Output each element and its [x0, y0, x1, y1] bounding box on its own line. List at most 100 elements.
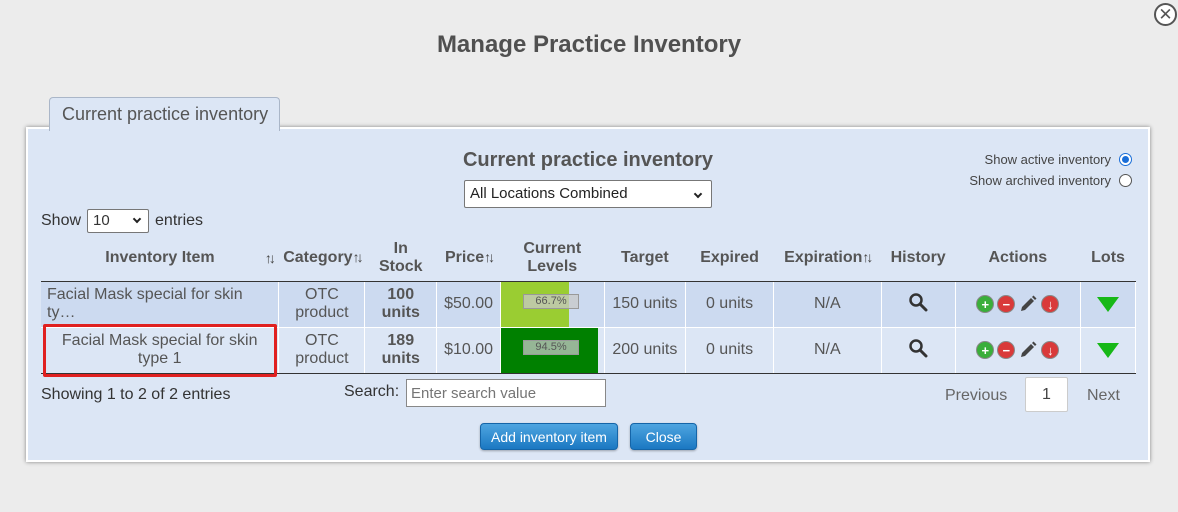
price-cell: $50.00 — [436, 281, 502, 328]
radio-archived-label: Show archived inventory — [969, 173, 1111, 188]
level-label: 94.5% — [523, 339, 580, 355]
page-1-button[interactable]: 1 — [1025, 377, 1068, 412]
category-text: product — [295, 350, 349, 367]
table-info: Showing 1 to 2 of 2 entries — [41, 386, 231, 403]
column-levels-label-1: Current — [523, 239, 582, 257]
pencil-icon[interactable] — [1018, 340, 1038, 360]
target-cell: 150 units — [604, 281, 687, 328]
archive-down-icon[interactable]: ↓ — [1041, 295, 1060, 313]
actions-cell: + − ↓ — [955, 281, 1082, 328]
target-cell: 200 units — [604, 327, 687, 374]
column-lots: Lots — [1080, 235, 1136, 282]
sort-icon: ↑↓ — [264, 250, 276, 266]
search-label: Search: — [344, 383, 400, 400]
entries-select-value: 10 — [93, 212, 110, 229]
add-stock-icon[interactable]: + — [976, 341, 995, 359]
sort-icon: ↑↓ — [352, 249, 364, 266]
archive-down-icon[interactable]: ↓ — [1041, 341, 1060, 359]
show-label: Show — [41, 212, 82, 229]
item-name[interactable]: Facial Mask special for skin ty… — [41, 281, 280, 328]
column-expiration-label: Expiration — [784, 249, 863, 267]
chevron-down-icon — [693, 189, 703, 199]
sort-icon: ↑↓ — [484, 249, 495, 266]
column-category[interactable]: Category↑↓ — [278, 235, 365, 282]
page-title: Manage Practice Inventory — [436, 31, 742, 58]
close-dialog-icon[interactable]: ✕ — [1154, 3, 1177, 26]
add-inventory-item-button[interactable]: Add inventory item — [480, 423, 618, 450]
expand-lots-icon[interactable] — [1097, 342, 1120, 358]
level-cell: 66.7% — [500, 281, 605, 328]
column-levels-label-2: Levels — [527, 257, 578, 275]
expired-cell: 0 units — [685, 327, 774, 374]
stock-value: 189 — [387, 332, 415, 349]
chevron-down-icon — [132, 214, 142, 224]
inventory-heading: Current practice inventory — [462, 149, 714, 171]
table-row: Facial Mask special for skin type 1 OTC … — [41, 327, 1136, 374]
column-expiration[interactable]: Expiration↑↓ — [773, 235, 882, 282]
column-price-label: Price — [444, 249, 485, 267]
level-cell: 94.5% — [500, 327, 605, 374]
radio-active-label: Show active inventory — [984, 152, 1111, 167]
column-actions: Actions — [955, 235, 1081, 282]
entries-select[interactable]: 10 — [87, 209, 150, 233]
category-text: OTC — [305, 286, 339, 303]
column-inventory-item[interactable]: Inventory Item ↑↓ — [41, 235, 279, 282]
level-label: 66.7% — [523, 293, 580, 309]
stock-cell: 100 units — [364, 281, 438, 328]
column-category-label: Category — [283, 249, 353, 267]
category-text: OTC — [305, 332, 339, 349]
stock-unit: units — [381, 304, 420, 321]
category-cell: OTC product — [278, 281, 366, 328]
entries-label: entries — [155, 212, 204, 229]
history-cell — [881, 327, 956, 374]
remove-stock-icon[interactable]: − — [997, 341, 1016, 359]
column-price[interactable]: Price↑↓ — [436, 235, 501, 282]
search-input[interactable] — [406, 379, 606, 407]
actions-cell: + − ↓ — [955, 327, 1082, 374]
inventory-panel: Current practice inventory All Locations… — [26, 127, 1150, 462]
expand-lots-icon[interactable] — [1097, 296, 1120, 312]
column-in-stock-label-2: Stock — [378, 257, 423, 275]
column-expired: Expired — [685, 235, 774, 282]
column-current-levels: Current Levels — [500, 235, 605, 282]
category-text: product — [295, 304, 349, 321]
history-cell — [881, 281, 956, 328]
expiration-cell: N/A — [773, 281, 882, 328]
location-select-value: All Locations Combined — [470, 185, 628, 202]
sort-icon: ↑↓ — [862, 249, 873, 266]
table-row: Facial Mask special for skin ty… OTC pro… — [41, 281, 1136, 328]
radio-active-row[interactable]: Show active inventory — [985, 152, 1132, 167]
close-button[interactable]: Close — [630, 423, 697, 450]
category-cell: OTC product — [278, 327, 366, 374]
stock-cell: 189 units — [364, 327, 438, 374]
inventory-table: Inventory Item ↑↓ Category↑↓ In Stock Pr… — [41, 235, 1136, 374]
radio-archived[interactable] — [1119, 174, 1132, 187]
column-in-stock-label-1: In — [393, 239, 408, 257]
expired-cell: 0 units — [685, 281, 774, 328]
radio-archived-row[interactable]: Show archived inventory — [969, 173, 1132, 188]
column-inventory-item-label: Inventory Item — [105, 248, 215, 266]
search-icon[interactable] — [908, 338, 928, 358]
add-stock-icon[interactable]: + — [976, 295, 995, 313]
next-page-button[interactable]: Next — [1087, 387, 1120, 405]
previous-page-button[interactable]: Previous — [945, 387, 1007, 405]
pencil-icon[interactable] — [1018, 294, 1038, 314]
stock-unit: units — [381, 350, 420, 367]
remove-stock-icon[interactable]: − — [997, 295, 1016, 313]
column-target: Target — [604, 235, 686, 282]
radio-active[interactable] — [1119, 153, 1132, 166]
lots-cell — [1080, 281, 1136, 328]
location-select[interactable]: All Locations Combined — [464, 180, 712, 208]
stock-value: 100 — [387, 286, 415, 303]
entries-length: Show 10 entries — [41, 209, 203, 233]
column-in-stock: In Stock — [364, 235, 437, 282]
column-history: History — [881, 235, 956, 282]
expiration-cell: N/A — [773, 327, 882, 374]
search-icon[interactable] — [908, 292, 928, 312]
price-cell: $10.00 — [436, 327, 502, 374]
lots-cell — [1080, 327, 1136, 374]
item-name-line: Facial Mask special for skin — [61, 332, 258, 349]
item-name[interactable]: Facial Mask special for skin type 1 — [41, 327, 280, 374]
tab-current-inventory[interactable]: Current practice inventory — [49, 97, 280, 131]
item-name-line: type 1 — [137, 350, 182, 367]
